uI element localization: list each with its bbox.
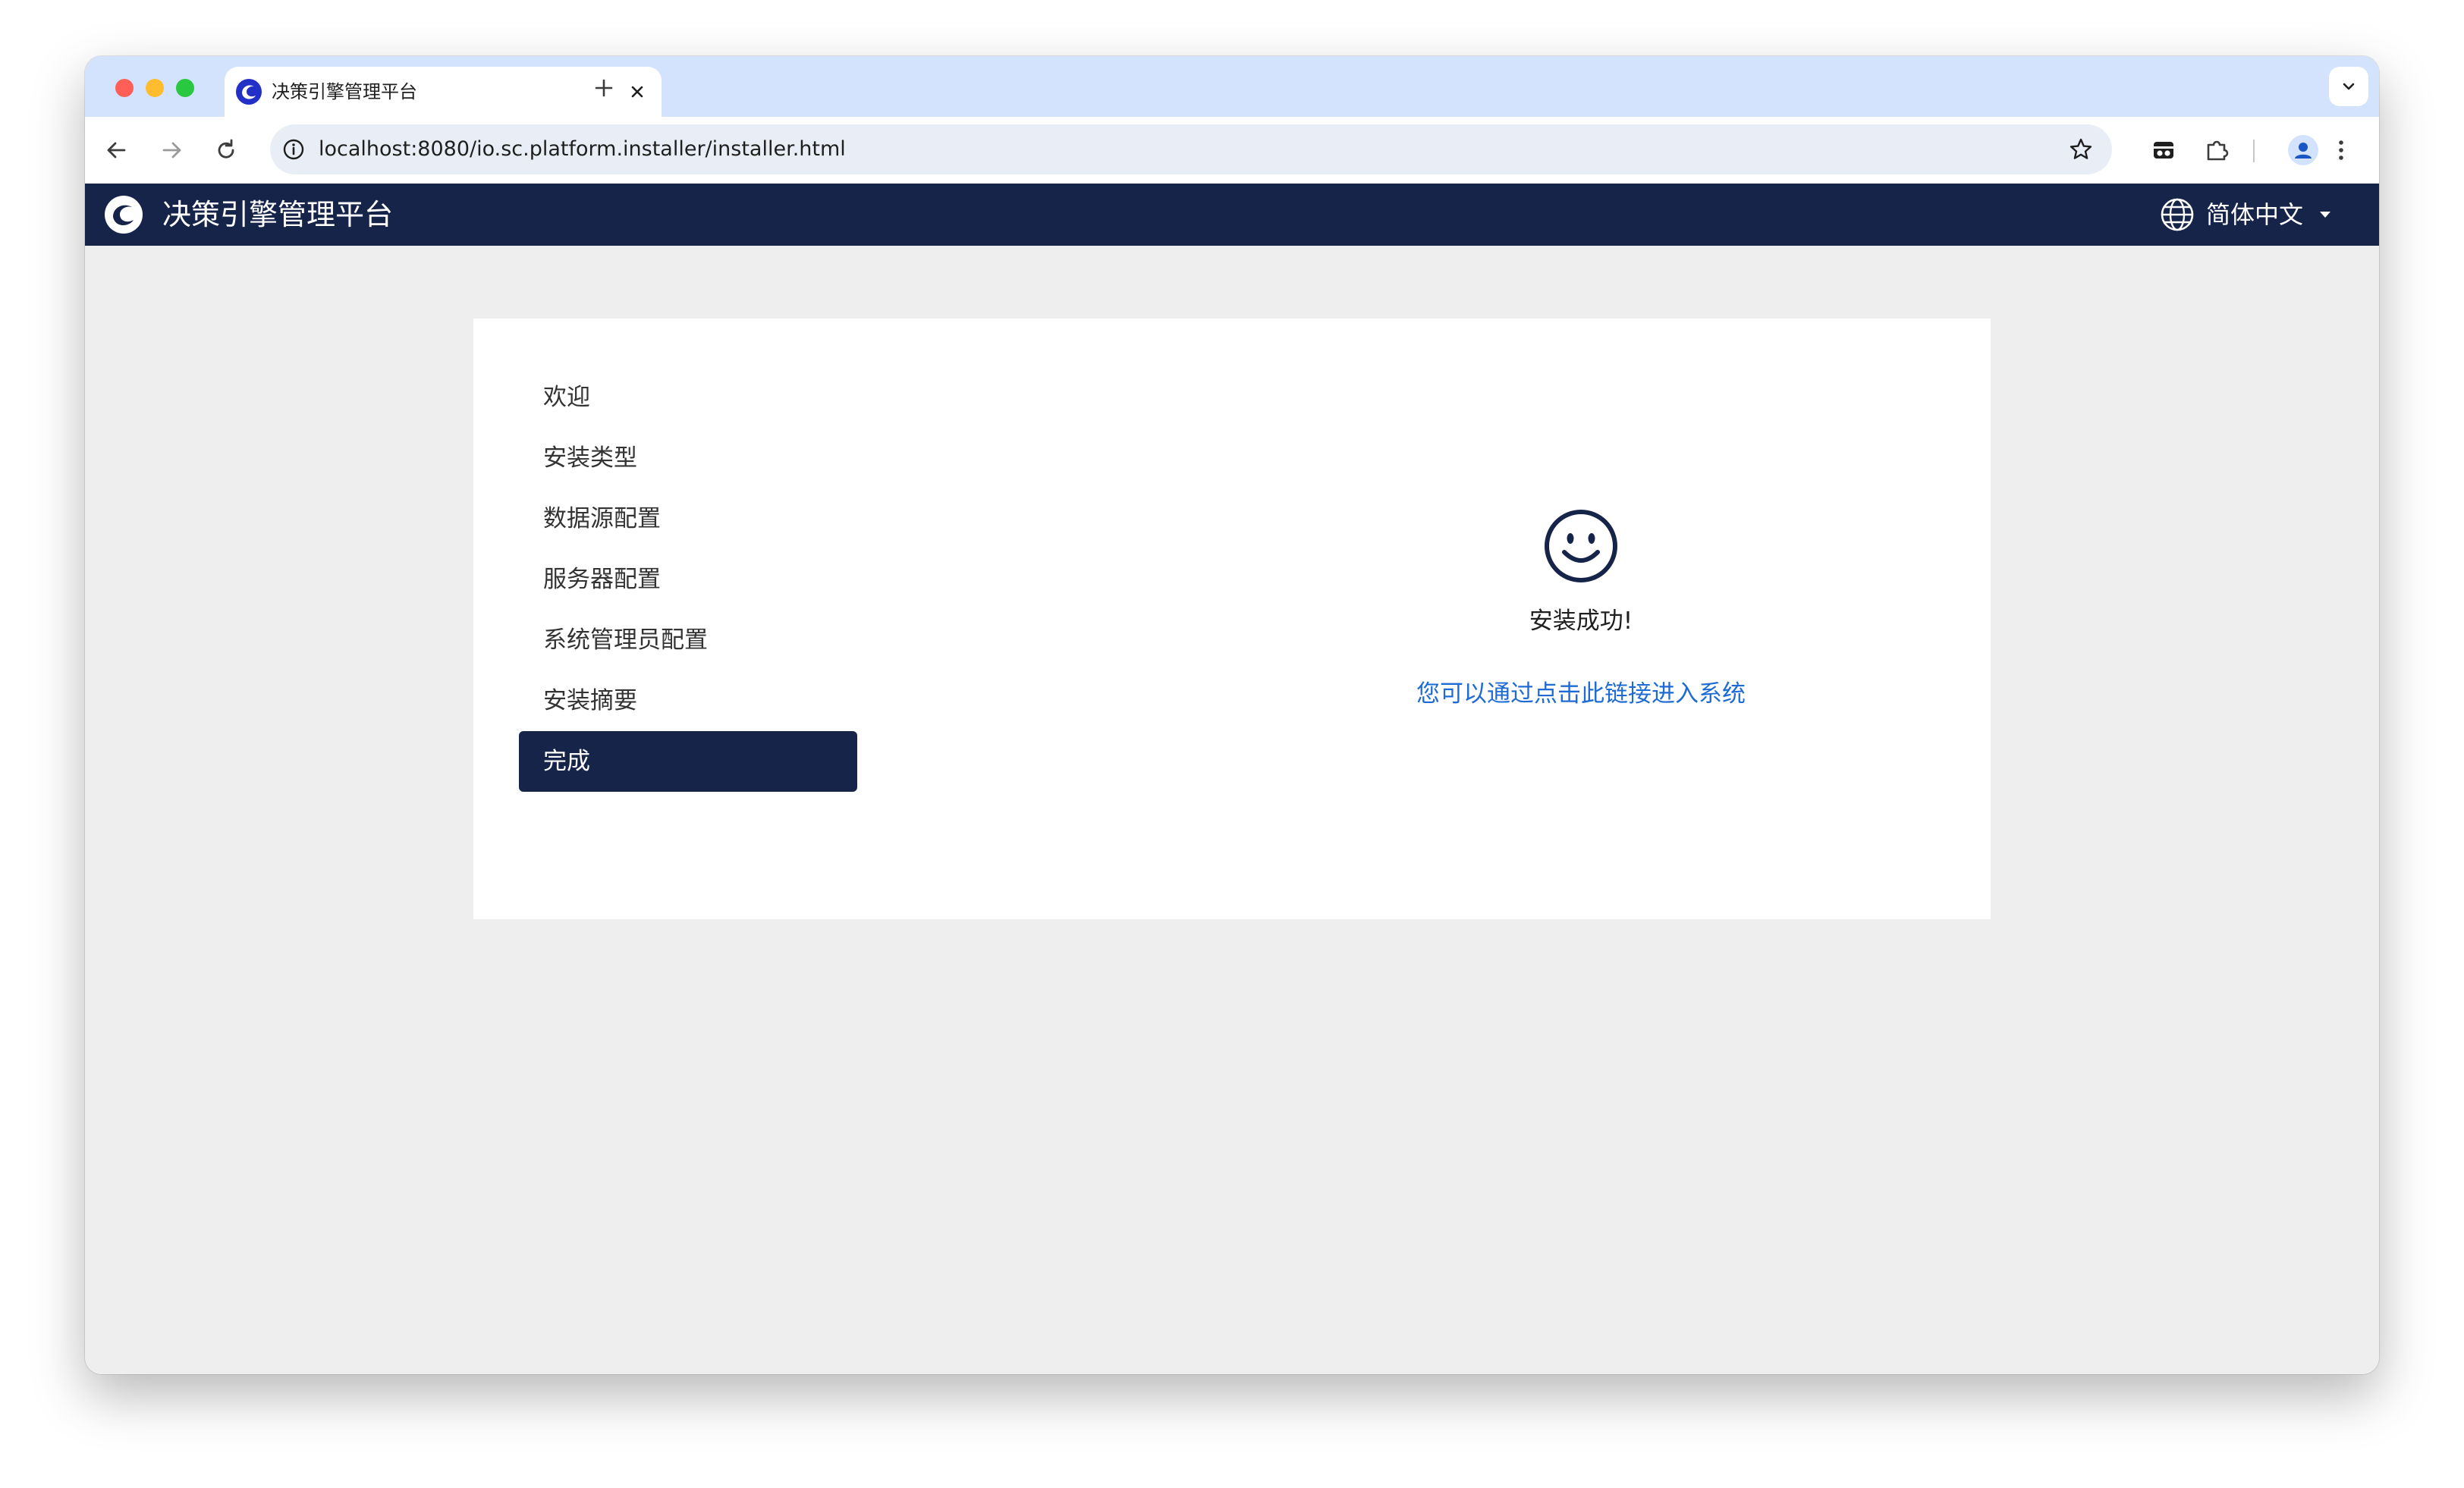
reload-icon[interactable] (209, 133, 243, 167)
new-tab-icon[interactable] (589, 73, 619, 103)
step-install-type[interactable]: 安装类型 (519, 428, 857, 488)
app-title: 决策引擎管理平台 (162, 198, 394, 231)
profile-avatar[interactable] (2288, 135, 2318, 165)
forward-arrow-icon[interactable] (155, 133, 188, 167)
installer-card: 欢迎 安装类型 数据源配置 服务器配置 系统管理员配置 安装摘要 完成 安装成功… (473, 319, 1991, 919)
chevron-down-icon (2343, 83, 2355, 90)
step-server-config[interactable]: 服务器配置 (519, 549, 857, 610)
bookmark-star-icon[interactable] (2066, 135, 2095, 164)
enter-system-link[interactable]: 您可以通过点击此链接进入系统 (1126, 678, 2036, 710)
smiley-icon (1545, 510, 1617, 582)
maximize-window-button[interactable] (176, 79, 194, 97)
step-complete[interactable]: 完成 (519, 731, 857, 792)
step-datasource-config[interactable]: 数据源配置 (519, 488, 857, 549)
language-selector[interactable]: 简体中文 (2159, 194, 2341, 235)
caret-down-icon (2320, 212, 2330, 218)
minimize-window-button[interactable] (146, 79, 164, 97)
language-label: 简体中文 (2206, 200, 2304, 229)
page-content: 欢迎 安装类型 数据源配置 服务器配置 系统管理员配置 安装摘要 完成 安装成功… (85, 246, 2379, 1374)
app-logo-icon (105, 196, 143, 234)
tab-title: 决策引擎管理平台 (272, 81, 417, 102)
url-text[interactable]: localhost:8080/io.sc.platform.installer/… (319, 137, 846, 162)
step-welcome[interactable]: 欢迎 (519, 367, 857, 428)
success-message: 安装成功! (1529, 607, 1633, 635)
toolbar-separator (2253, 140, 2255, 162)
incognito-extension-icon[interactable] (2147, 133, 2180, 167)
tab-strip: 决策引擎管理平台 (85, 56, 2379, 117)
tab-search-button[interactable] (2329, 67, 2368, 106)
site-info-icon[interactable] (281, 137, 306, 162)
browser-toolbar: localhost:8080/io.sc.platform.installer/… (85, 117, 2379, 184)
app-header: 决策引擎管理平台 简体中文 (85, 184, 2379, 246)
extensions-puzzle-icon[interactable] (2200, 133, 2233, 167)
app-logo-icon (236, 79, 262, 105)
address-bar[interactable]: localhost:8080/io.sc.platform.installer/… (270, 124, 2112, 174)
person-icon (2295, 143, 2312, 159)
more-menu-icon[interactable] (2324, 133, 2358, 167)
globe-icon (2161, 198, 2194, 231)
close-tab-icon[interactable] (627, 81, 648, 102)
step-admin-config[interactable]: 系统管理员配置 (519, 610, 857, 670)
step-install-summary[interactable]: 安装摘要 (519, 670, 857, 731)
close-window-button[interactable] (115, 79, 134, 97)
browser-window: 决策引擎管理平台 localhost:8080/io.sc.platform.i… (85, 56, 2379, 1374)
install-result: 安装成功! 您可以通过点击此链接进入系统 (1126, 508, 2036, 736)
back-arrow-icon[interactable] (100, 133, 134, 167)
